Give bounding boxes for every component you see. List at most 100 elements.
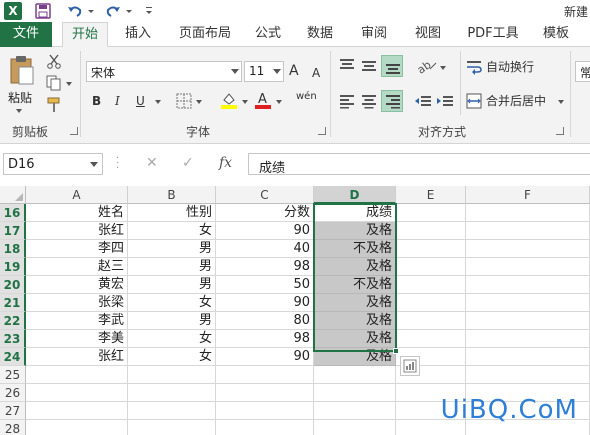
table-cell[interactable]: 及格	[314, 258, 396, 276]
redo-icon[interactable]	[104, 2, 122, 20]
font-size-select[interactable]: 11	[244, 61, 284, 82]
table-cell[interactable]	[466, 330, 590, 348]
font-launcher-icon[interactable]	[318, 127, 326, 135]
save-icon[interactable]	[34, 2, 52, 20]
table-cell[interactable]: 90	[216, 348, 314, 366]
table-cell[interactable]	[128, 402, 216, 420]
table-cell[interactable]: 80	[216, 312, 314, 330]
table-cell[interactable]: 不及格	[314, 240, 396, 258]
table-cell[interactable]	[466, 366, 590, 384]
table-cell[interactable]	[466, 258, 590, 276]
table-cell[interactable]: 男	[128, 312, 216, 330]
paste-icon[interactable]	[8, 55, 36, 87]
table-cell[interactable]: 女	[128, 222, 216, 240]
table-cell[interactable]	[26, 366, 128, 384]
table-cell[interactable]	[128, 420, 216, 435]
table-cell[interactable]: 女	[128, 348, 216, 366]
borders-icon[interactable]	[176, 93, 192, 109]
align-top-icon[interactable]	[338, 57, 356, 73]
tab-data[interactable]: 数据	[300, 22, 340, 47]
table-cell[interactable]	[26, 402, 128, 420]
table-cell[interactable]	[216, 384, 314, 402]
table-cell[interactable]	[466, 204, 590, 222]
row-header[interactable]: 28	[0, 420, 26, 435]
column-header-c[interactable]: C	[216, 186, 314, 204]
paste-label[interactable]: 粘贴	[8, 89, 32, 106]
row-header[interactable]: 23	[0, 330, 26, 348]
table-cell[interactable]	[466, 222, 590, 240]
table-cell[interactable]: 50	[216, 276, 314, 294]
paste-dropdown-icon[interactable]	[16, 109, 22, 113]
undo-dropdown-icon[interactable]	[86, 2, 96, 20]
row-header[interactable]: 27	[0, 402, 26, 420]
table-cell[interactable]: 40	[216, 240, 314, 258]
enter-icon[interactable]: ✓	[182, 155, 194, 171]
table-cell[interactable]: 成绩	[314, 204, 396, 222]
wrap-text-icon[interactable]	[466, 59, 482, 75]
name-box[interactable]: D16	[3, 153, 103, 175]
fill-color-icon[interactable]	[220, 91, 238, 109]
table-cell[interactable]	[396, 240, 466, 258]
decrease-font-size-button[interactable]: A	[312, 63, 320, 83]
phonetic-guide-button[interactable]: wén	[296, 87, 317, 107]
table-cell[interactable]: 姓名	[26, 204, 128, 222]
clipboard-launcher-icon[interactable]	[70, 127, 78, 135]
table-cell[interactable]	[128, 366, 216, 384]
table-cell[interactable]	[396, 258, 466, 276]
table-cell[interactable]: 分数	[216, 204, 314, 222]
table-cell[interactable]: 及格	[314, 294, 396, 312]
select-all-button[interactable]	[0, 186, 26, 204]
table-cell[interactable]: 90	[216, 294, 314, 312]
column-header-a[interactable]: A	[26, 186, 128, 204]
fill-handle[interactable]	[393, 348, 399, 354]
underline-dropdown-icon[interactable]	[155, 100, 161, 104]
table-cell[interactable]	[26, 384, 128, 402]
number-format-select[interactable]: 常	[575, 61, 590, 82]
table-cell[interactable]	[396, 294, 466, 312]
align-right-button[interactable]	[381, 90, 403, 112]
align-left-icon[interactable]	[338, 93, 356, 109]
decrease-indent-icon[interactable]	[414, 93, 432, 109]
insert-function-button[interactable]: fx	[219, 155, 232, 171]
column-header-e[interactable]: E	[396, 186, 466, 204]
table-cell[interactable]	[396, 330, 466, 348]
tab-pdf-tools[interactable]: PDF工具	[460, 22, 526, 47]
alignment-launcher-icon[interactable]	[556, 127, 564, 135]
table-cell[interactable]: 赵三	[26, 258, 128, 276]
table-cell[interactable]: 张红	[26, 222, 128, 240]
row-header[interactable]: 19	[0, 258, 26, 276]
copy-icon[interactable]	[46, 75, 62, 91]
worksheet-grid[interactable]: A B C D E F 16 姓名 性别 分数 成绩 17 张红女 90 及格 18 李四男 40 不及…	[0, 186, 590, 435]
table-cell[interactable]	[466, 312, 590, 330]
align-bottom-button[interactable]	[381, 55, 403, 77]
orientation-icon[interactable]: ab	[416, 57, 438, 75]
table-cell[interactable]	[216, 402, 314, 420]
table-cell[interactable]: 90	[216, 222, 314, 240]
align-middle-icon[interactable]	[360, 57, 378, 73]
table-cell[interactable]: 及格	[314, 330, 396, 348]
tab-view[interactable]: 视图	[408, 22, 448, 47]
table-cell[interactable]	[216, 366, 314, 384]
table-cell[interactable]: 李四	[26, 240, 128, 258]
font-color-dropdown-icon[interactable]	[276, 100, 282, 104]
resize-handle-icon[interactable]: · · ·	[116, 154, 119, 174]
quick-analysis-button[interactable]	[400, 356, 420, 376]
table-cell[interactable]: 98	[216, 330, 314, 348]
table-cell[interactable]: 及格	[314, 312, 396, 330]
italic-button[interactable]: I	[115, 91, 120, 111]
table-cell[interactable]: 黄宏	[26, 276, 128, 294]
borders-dropdown-icon[interactable]	[196, 100, 202, 104]
row-header[interactable]: 16	[0, 204, 26, 222]
fill-color-dropdown-icon[interactable]	[242, 100, 248, 104]
table-cell[interactable]: 及格	[314, 348, 396, 366]
table-cell[interactable]: 张梁	[26, 294, 128, 312]
table-cell[interactable]: 男	[128, 258, 216, 276]
table-cell[interactable]	[128, 384, 216, 402]
cancel-icon[interactable]: ✕	[146, 155, 158, 171]
tab-templates[interactable]: 模板	[536, 22, 576, 47]
table-cell[interactable]: 男	[128, 276, 216, 294]
table-cell[interactable]	[466, 240, 590, 258]
row-header[interactable]: 26	[0, 384, 26, 402]
redo-dropdown-icon[interactable]	[124, 2, 134, 20]
table-cell[interactable]: 李美	[26, 330, 128, 348]
